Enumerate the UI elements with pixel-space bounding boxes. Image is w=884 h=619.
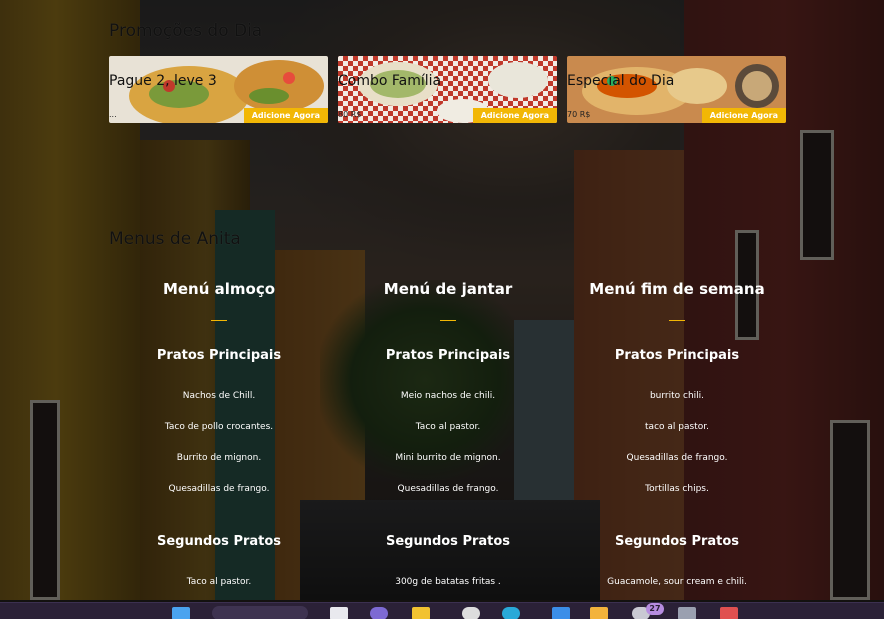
promo-title: Pague 2, leve 3 [109,73,217,89]
menu-column-weekend: Menú fim de semana Pratos Principais bur… [567,278,787,587]
chat-icon[interactable] [370,607,388,619]
promo-title: Especial do Dia [567,73,675,89]
app-icon[interactable] [720,607,738,619]
menu-item: Taco al pastor. [186,577,252,587]
task-view-icon[interactable] [330,607,348,619]
menu-item: Guacamole, sour cream e chili. [607,577,747,587]
promotions-heading: Promoções do Dia [109,21,263,41]
menu-item: burrito chili. [649,391,705,401]
menu-item: Mini burrito de mignon. [395,453,501,463]
menu-column-dinner: Menú de jantar Pratos Principais Meio na… [338,278,558,587]
add-now-button[interactable]: Adicione Agora [701,108,786,123]
main-dishes-heading: Pratos Principais [385,348,511,363]
second-dishes-heading: Segundos Pratos [385,534,511,549]
divider [211,320,227,321]
menu-item: Quesadillas de frango. [397,484,499,494]
menu-item: 300g de batatas fritas . [395,577,501,587]
menu-title: Menú de jantar [383,280,513,298]
notification-badge: 27 [646,603,664,615]
promo-card[interactable]: Especial do Dia 70 R$ Adicione Agora [567,56,786,123]
edge-icon[interactable] [502,607,520,619]
menu-item: Taco al pastor. [415,422,481,432]
promo-card[interactable]: Pague 2, leve 3 ... Adicione Agora [109,56,328,123]
menu-title: Menú fim de semana [589,280,765,298]
start-menu-icon[interactable] [172,607,190,619]
add-now-button[interactable]: Adicione Agora [472,108,557,123]
menu-item: taco al pastor. [645,422,709,432]
store-icon[interactable] [678,607,696,619]
menus-heading: Menus de Anita [109,229,241,249]
menu-item: Taco de pollo crocantes. [164,422,274,432]
vscode-icon[interactable] [552,607,570,619]
promo-price: 80 R$ [338,110,362,119]
menu-item: Quesadillas de frango. [168,484,270,494]
add-now-button[interactable]: Adicione Agora [243,108,328,123]
promo-title: Combo Família [338,73,442,89]
promo-price: ... [109,110,117,119]
promo-card[interactable]: Combo Família 80 R$ Adicione Agora [338,56,557,123]
os-taskbar: 27 [0,602,884,619]
menu-column-lunch: Menú almoço Pratos Principais Nachos de … [109,278,329,587]
menu-item: Quesadillas de frango. [626,453,728,463]
divider [440,320,456,321]
divider [669,320,685,321]
menu-title: Menú almoço [162,280,276,298]
second-dishes-heading: Segundos Pratos [156,534,282,549]
explorer-icon[interactable] [412,607,430,619]
menu-item: Tortillas chips. [645,484,709,494]
menu-item: Meio nachos de chili. [400,391,496,401]
main-dishes-heading: Pratos Principais [614,348,740,363]
browser-icon[interactable] [462,607,480,619]
menu-item: Nachos de Chill. [182,391,256,401]
taskbar-search-input[interactable] [212,606,308,619]
main-dishes-heading: Pratos Principais [156,348,282,363]
promo-price: 70 R$ [567,110,591,119]
second-dishes-heading: Segundos Pratos [614,534,740,549]
menu-item: Burrito de mignon. [176,453,262,463]
folder-icon[interactable] [590,607,608,619]
